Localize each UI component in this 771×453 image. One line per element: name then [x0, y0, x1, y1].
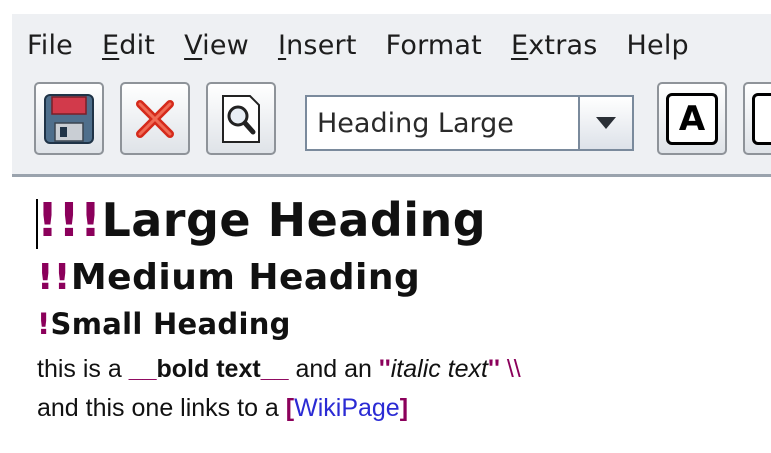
cancel-button[interactable]	[120, 82, 190, 155]
wiki-text-editor[interactable]: !!!Large Heading !!Medium Heading !Small…	[12, 174, 771, 453]
italic-text: italic text	[390, 355, 489, 383]
app-window: File Edit View Insert Format Extras Help	[12, 14, 771, 453]
link-markup-open: [	[285, 394, 295, 422]
plain-text: this is a	[37, 355, 129, 383]
formatted-text-line: this is a __bold text__ and an ''italic …	[37, 355, 521, 384]
small-heading-line: !Small Heading	[37, 307, 291, 341]
menu-help[interactable]: Help	[627, 32, 689, 59]
bold-text: bold text	[156, 355, 261, 383]
menu-insert[interactable]: Insert	[278, 32, 357, 59]
preview-button[interactable]	[206, 82, 276, 155]
floppy-disk-icon	[44, 93, 94, 144]
bold-markup-close: __	[260, 355, 289, 383]
paragraph-style-value: Heading Large	[317, 107, 514, 139]
menu-format[interactable]: Format	[386, 32, 482, 59]
menu-bar: File Edit View Insert Format Extras Help	[12, 14, 771, 76]
close-icon	[136, 99, 174, 138]
large-heading-text: Large Heading	[101, 193, 487, 247]
menu-extras-mnemonic: E	[510, 29, 529, 61]
menu-view-mnemonic: V	[184, 29, 203, 61]
italic-button[interactable]	[743, 82, 771, 155]
medium-heading-text: Medium Heading	[70, 257, 421, 298]
italic-markup-close: ''	[488, 355, 500, 383]
bold-button[interactable]: A	[657, 82, 727, 155]
heading-markup: !!	[37, 257, 71, 298]
bold-markup-open: __	[128, 355, 157, 383]
menu-edit[interactable]: Edit	[102, 32, 155, 59]
wiki-link[interactable]: WikiPage	[294, 394, 400, 422]
paragraph-style-select[interactable]: Heading Large	[305, 95, 634, 151]
toolbar: Heading Large A	[12, 80, 771, 164]
link-text-line: and this one links to a [WikiPage]	[37, 394, 408, 423]
heading-markup: !	[37, 307, 51, 341]
save-button[interactable]	[34, 82, 104, 155]
medium-heading-line: !!Medium Heading	[37, 257, 420, 298]
bold-a-icon: A	[666, 92, 718, 145]
line-break-markup: \\	[499, 355, 521, 383]
menu-edit-mnemonic: E	[101, 29, 120, 61]
menu-file[interactable]: File	[27, 32, 73, 59]
italic-markup-open: ''	[378, 355, 391, 383]
plain-text: and this one links to a	[37, 394, 286, 422]
menu-extras[interactable]: Extras	[511, 32, 598, 59]
menu-view[interactable]: View	[184, 32, 249, 59]
plain-text: and an	[288, 355, 379, 383]
menu-insert-mnemonic: I	[277, 29, 287, 61]
large-heading-line: !!!Large Heading	[37, 193, 486, 247]
chevron-down-icon[interactable]	[578, 97, 632, 149]
small-heading-text: Small Heading	[50, 307, 291, 341]
link-markup-close: ]	[399, 394, 409, 422]
heading-markup: !!!	[37, 193, 102, 247]
italic-a-icon	[752, 92, 771, 145]
magnifier-icon	[222, 94, 260, 143]
